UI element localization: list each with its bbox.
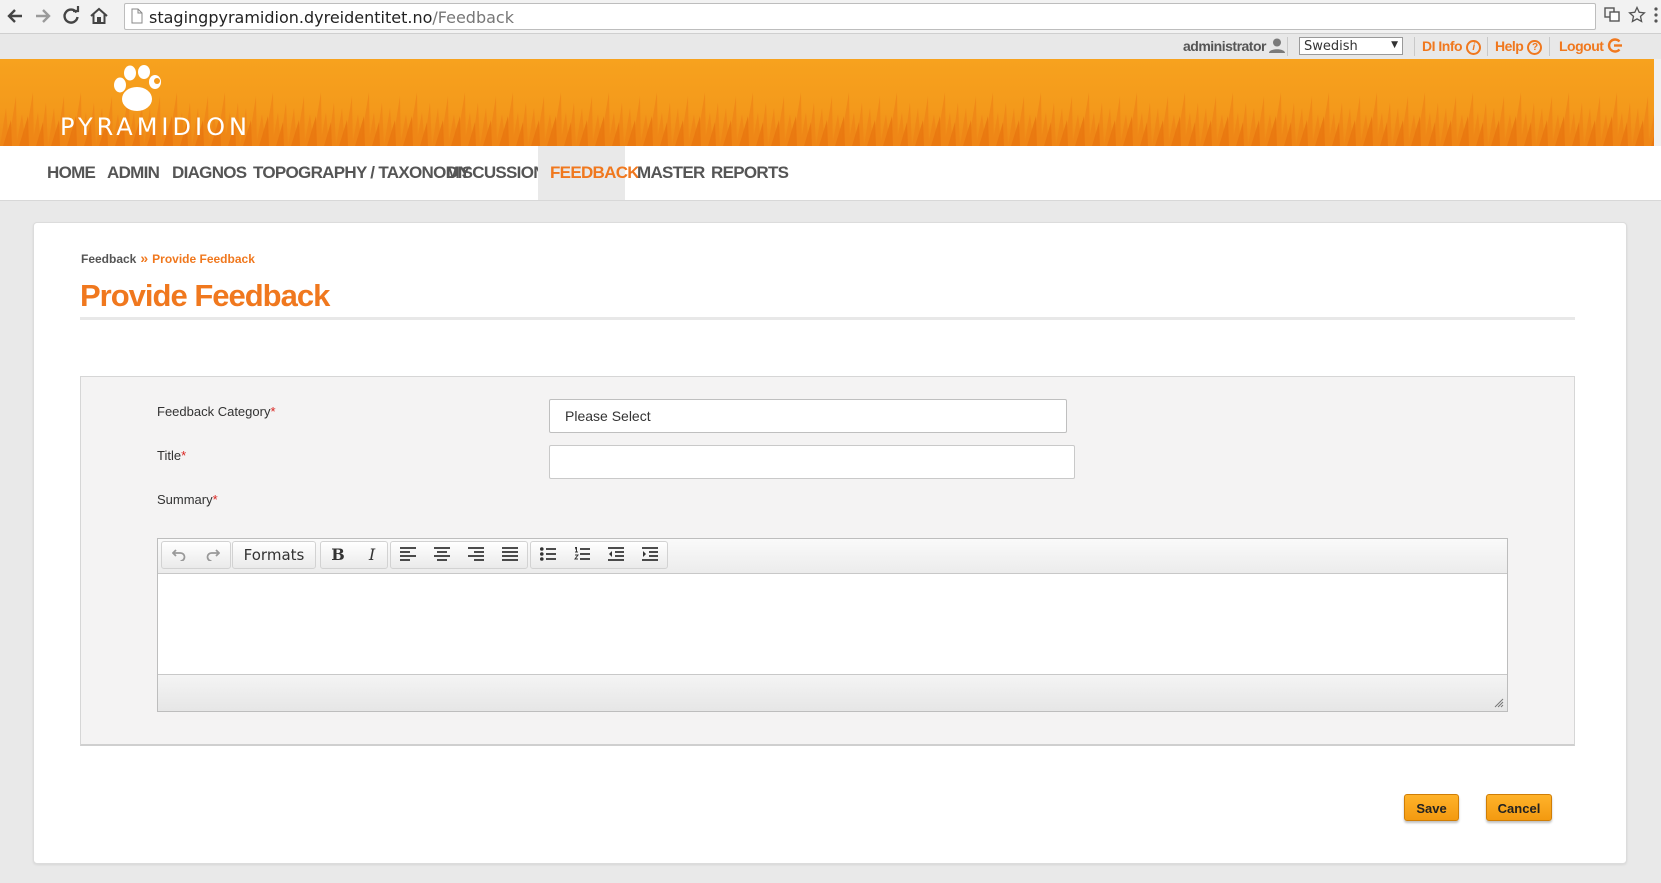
translate-icon[interactable] [1604, 6, 1620, 27]
question-icon: ? [1527, 39, 1543, 55]
breadcrumb: Feedback » Provide Feedback [81, 250, 255, 266]
title-label: Title* [157, 448, 187, 463]
reload-icon[interactable] [60, 5, 82, 27]
main-nav: HOME ADMIN DIAGNOS TOPOGRAPHY / TAXONOMY… [0, 146, 1661, 201]
user-bar: administrator Swedish ▼ DI Info i Help? Lo… [0, 34, 1661, 59]
editor-toolbar: Formats B I [158, 539, 1507, 584]
divider [1487, 37, 1488, 56]
di-info-link[interactable]: DI Info i [1422, 38, 1482, 55]
chevron-down-icon: ▼ [1391, 40, 1398, 50]
info-icon: i [1466, 39, 1482, 55]
logout-icon [1607, 38, 1622, 53]
required-mark: * [181, 448, 187, 463]
editor-content-area[interactable] [158, 574, 1507, 670]
resize-handle-icon[interactable] [1494, 698, 1504, 708]
bold-icon[interactable]: B [321, 542, 355, 568]
title-input[interactable] [549, 445, 1075, 479]
home-icon[interactable] [88, 5, 110, 27]
summary-label: Summary* [157, 492, 218, 507]
help-link[interactable]: Help? [1495, 38, 1543, 55]
indent-icon[interactable] [633, 542, 667, 568]
feedback-form: Feedback Category* Please Select Title* … [80, 376, 1575, 746]
feedback-category-select[interactable]: Please Select [549, 399, 1067, 433]
title-divider [80, 317, 1575, 320]
browser-toolbar: stagingpyramidion.dyreidentitet.no/Feedb… [0, 0, 1661, 34]
cancel-button[interactable]: Cancel [1486, 794, 1552, 821]
text-style-group: B I [320, 541, 388, 569]
required-mark: * [212, 492, 218, 507]
align-left-icon[interactable] [391, 542, 425, 568]
nav-item-reports[interactable]: REPORTS [699, 146, 800, 200]
address-bar[interactable]: stagingpyramidion.dyreidentitet.no/Feedb… [124, 3, 1596, 30]
user-menu[interactable]: administrator [1183, 38, 1286, 54]
summary-rich-text-editor: Formats B I [157, 538, 1508, 712]
divider [1414, 37, 1415, 56]
divider [1287, 37, 1288, 56]
back-arrow-icon[interactable] [4, 5, 26, 27]
content-card: Feedback» Provide Feedback Provide Feedba… [33, 222, 1627, 864]
page-icon [131, 8, 143, 24]
divider [1549, 37, 1550, 56]
menu-icon[interactable] [1653, 6, 1659, 29]
forward-arrow-icon[interactable] [32, 5, 54, 27]
logo-text: PYRAMIDION [60, 113, 251, 141]
align-center-icon[interactable] [425, 542, 459, 568]
redo-icon[interactable] [196, 542, 230, 568]
align-right-icon[interactable] [459, 542, 493, 568]
breadcrumb-feedback-link[interactable]: Feedback [81, 252, 136, 266]
language-select[interactable]: Swedish ▼ [1299, 37, 1403, 55]
nav-item-feedback[interactable]: FEEDBACK [538, 146, 640, 200]
align-justify-icon[interactable] [493, 542, 527, 568]
breadcrumb-separator: » [140, 250, 149, 266]
history-group [161, 541, 231, 569]
di-info-label: DI Info [1422, 38, 1463, 54]
editor-status-bar [158, 674, 1507, 711]
italic-icon[interactable]: I [355, 542, 389, 568]
required-mark: * [270, 404, 276, 419]
logout-link[interactable]: Logout [1559, 38, 1623, 54]
help-label: Help [1495, 38, 1524, 54]
username-label: administrator [1183, 38, 1266, 54]
formats-button[interactable]: Formats [233, 542, 315, 584]
formats-label: Formats [243, 546, 305, 564]
url-text: stagingpyramidion.dyreidentitet.no/Feedb… [149, 8, 514, 27]
list-indent-group [530, 541, 668, 569]
bookmark-star-icon[interactable] [1628, 5, 1646, 29]
breadcrumb-current: Provide Feedback [152, 252, 255, 266]
bullet-list-icon[interactable] [531, 542, 565, 568]
numbered-list-icon[interactable] [565, 542, 599, 568]
user-icon [1269, 38, 1286, 53]
header-banner: PYRAMIDION [0, 59, 1661, 146]
outdent-icon[interactable] [599, 542, 633, 568]
feedback-category-label: Feedback Category* [157, 404, 276, 419]
page-title: Provide Feedback [80, 278, 330, 313]
undo-icon[interactable] [162, 542, 196, 568]
paw-logo-icon [114, 65, 161, 111]
formats-dropdown[interactable]: Formats [232, 541, 316, 584]
save-button[interactable]: Save [1404, 794, 1459, 821]
alignment-group [390, 541, 528, 569]
logout-label: Logout [1559, 38, 1604, 54]
